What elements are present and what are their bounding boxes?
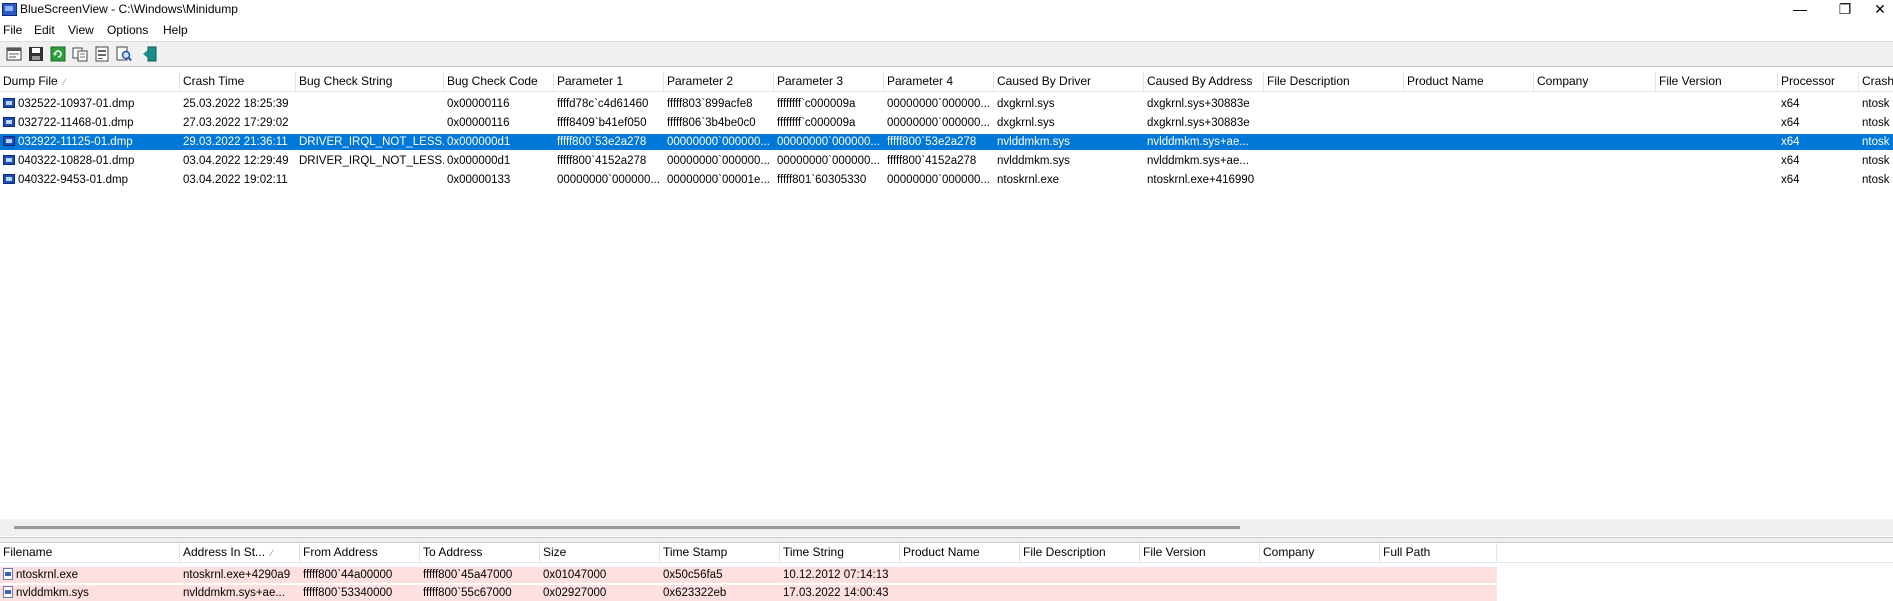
- column-header-bug-check-string[interactable]: Bug Check String: [296, 72, 444, 91]
- advanced-options-icon[interactable]: [94, 46, 110, 62]
- copy-icon[interactable]: [72, 46, 88, 62]
- dump-row[interactable]: 032522-10937-01.dmp 25.03.2022 18:25:39 …: [0, 96, 1893, 112]
- dump-list-header: Dump File ⁄ Crash Time Bug Check String B…: [0, 72, 1893, 92]
- column-header-file-description[interactable]: File Description: [1020, 543, 1140, 562]
- dump-row-selected[interactable]: 032922-11125-01.dmp 29.03.2022 21:36:11 …: [0, 134, 1893, 150]
- dump-file-icon: [3, 117, 15, 127]
- driver-file-icon: [3, 586, 13, 598]
- menu-edit[interactable]: Edit: [34, 23, 55, 37]
- toolbar: [0, 41, 1893, 67]
- dump-row[interactable]: 040322-9453-01.dmp 03.04.2022 19:02:11 0…: [0, 172, 1893, 188]
- find-icon[interactable]: [116, 46, 132, 62]
- dump-row[interactable]: 040322-10828-01.dmp 03.04.2022 12:29:49 …: [0, 153, 1893, 169]
- column-header-parameter-1[interactable]: Parameter 1: [554, 72, 664, 91]
- column-header-file-version[interactable]: File Version: [1140, 543, 1260, 562]
- column-header-caused-by-address[interactable]: Caused By Address: [1144, 72, 1264, 91]
- column-header-parameter-2[interactable]: Parameter 2: [664, 72, 774, 91]
- app-icon: [2, 3, 17, 16]
- column-header-full-path[interactable]: Full Path: [1380, 543, 1497, 562]
- restore-button[interactable]: ❐: [1825, 0, 1865, 20]
- column-header-product-name[interactable]: Product Name: [900, 543, 1020, 562]
- dump-file-icon: [3, 136, 15, 146]
- column-header-size[interactable]: Size: [540, 543, 660, 562]
- driver-row[interactable]: ntoskrnl.exe ntoskrnl.exe+4290a9 fffff80…: [0, 567, 1497, 583]
- column-header-bug-check-code[interactable]: Bug Check Code: [444, 72, 554, 91]
- title-bar[interactable]: BlueScreenView - C:\Windows\Minidump — ❐…: [0, 0, 1893, 20]
- column-header-time-stamp[interactable]: Time Stamp: [660, 543, 780, 562]
- properties-icon[interactable]: [6, 46, 22, 62]
- column-header-dump-file[interactable]: Dump File ⁄: [0, 72, 180, 91]
- dump-file-icon: [3, 174, 15, 184]
- column-header-caused-by-driver[interactable]: Caused By Driver: [994, 72, 1144, 91]
- column-header-from-address[interactable]: From Address: [300, 543, 420, 562]
- column-header-file-description[interactable]: File Description: [1264, 72, 1404, 91]
- dump-file-icon: [3, 98, 15, 108]
- column-header-crash-time[interactable]: Crash Time: [180, 72, 296, 91]
- driver-list-header: Filename Address In St... ⁄ From Address …: [0, 543, 1893, 563]
- menu-bar: File Edit View Options Help: [0, 20, 1893, 40]
- column-header-to-address[interactable]: To Address: [420, 543, 540, 562]
- minimize-button[interactable]: —: [1780, 0, 1820, 20]
- column-header-company[interactable]: Company: [1534, 72, 1656, 91]
- window-title: BlueScreenView - C:\Windows\Minidump: [20, 2, 238, 16]
- horizontal-scrollbar[interactable]: [0, 519, 1893, 536]
- dump-file-icon: [3, 155, 15, 165]
- close-button[interactable]: ✕: [1860, 0, 1893, 20]
- column-header-filename[interactable]: Filename: [0, 543, 180, 562]
- save-icon[interactable]: [28, 46, 44, 62]
- refresh-icon[interactable]: [50, 46, 66, 62]
- sort-indicator-icon: ⁄: [271, 548, 273, 558]
- driver-file-icon: [3, 568, 13, 580]
- column-header-company[interactable]: Company: [1260, 543, 1380, 562]
- driver-list[interactable]: Filename Address In St... ⁄ From Address …: [0, 543, 1893, 601]
- exit-icon[interactable]: [142, 46, 158, 62]
- driver-row[interactable]: nvlddmkm.sys nvlddmkm.sys+ae... fffff800…: [0, 585, 1497, 601]
- menu-options[interactable]: Options: [107, 23, 148, 37]
- column-header-processor[interactable]: Processor: [1778, 72, 1859, 91]
- column-header-time-string[interactable]: Time String: [780, 543, 900, 562]
- column-header-crash-address[interactable]: Crash: [1859, 72, 1893, 91]
- column-header-product-name[interactable]: Product Name: [1404, 72, 1534, 91]
- dump-row[interactable]: 032722-11468-01.dmp 27.03.2022 17:29:02 …: [0, 115, 1893, 131]
- menu-file[interactable]: File: [3, 23, 22, 37]
- sort-indicator-icon: ⁄: [63, 77, 66, 87]
- column-header-file-version[interactable]: File Version: [1656, 72, 1778, 91]
- dump-list[interactable]: Dump File ⁄ Crash Time Bug Check String B…: [0, 71, 1893, 516]
- scrollbar-thumb[interactable]: [14, 526, 1240, 529]
- menu-view[interactable]: View: [68, 23, 94, 37]
- column-header-parameter-4[interactable]: Parameter 4: [884, 72, 994, 91]
- menu-help[interactable]: Help: [163, 23, 188, 37]
- column-header-address-in-stack[interactable]: Address In St... ⁄: [180, 543, 300, 562]
- column-header-parameter-3[interactable]: Parameter 3: [774, 72, 884, 91]
